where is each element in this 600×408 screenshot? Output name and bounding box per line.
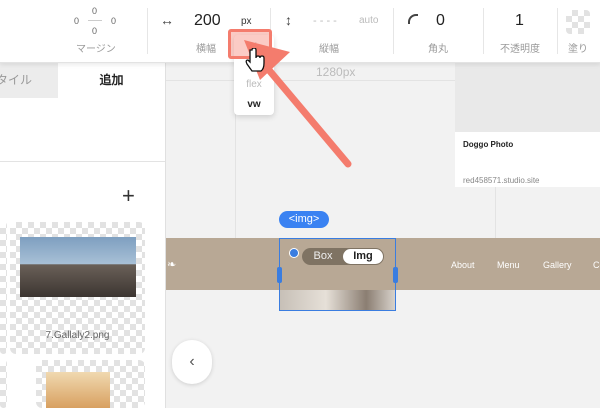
tab-style[interactable]: タイル bbox=[0, 62, 58, 98]
card-image[interactable] bbox=[455, 62, 600, 132]
element-type-tag: <img> bbox=[279, 211, 329, 228]
nav-link-gallery[interactable]: Gallery bbox=[543, 260, 572, 270]
collapse-panel-button[interactable]: ‹ bbox=[172, 340, 212, 384]
margin-cross-icon bbox=[88, 20, 102, 21]
nav-link-contact[interactable]: Co bbox=[593, 260, 600, 270]
margin-top-value[interactable]: 0 bbox=[92, 6, 97, 16]
opacity-control[interactable]: 1 不透明度 bbox=[486, 0, 556, 62]
width-unit[interactable]: px bbox=[241, 16, 252, 27]
radius-label: 角丸 bbox=[428, 44, 448, 55]
fill-control[interactable]: 塗り bbox=[560, 0, 600, 62]
radius-value[interactable]: 0 bbox=[436, 12, 445, 30]
width-label: 横幅 bbox=[196, 44, 216, 55]
tab-add[interactable]: 追加 bbox=[58, 62, 165, 98]
nav-link-menu[interactable]: Menu bbox=[497, 260, 520, 270]
height-unit[interactable]: auto bbox=[359, 15, 378, 26]
asset-image[interactable] bbox=[46, 372, 110, 408]
radius-control[interactable]: 0 角丸 bbox=[396, 0, 481, 62]
asset-thumbnail[interactable] bbox=[0, 360, 7, 408]
fill-swatch-icon[interactable] bbox=[566, 10, 590, 34]
asset-label: 7.Gallaly2.png bbox=[45, 330, 110, 341]
anchor-icon[interactable] bbox=[289, 248, 299, 258]
fill-label: 塗り bbox=[568, 44, 588, 55]
card-subtitle: red458571.studio.site bbox=[463, 176, 540, 185]
vertical-arrows-icon: ↕ bbox=[285, 12, 292, 28]
add-icon[interactable]: + bbox=[122, 185, 135, 207]
height-value[interactable]: - - - - bbox=[313, 15, 337, 27]
card-element[interactable]: Doggo Photo red458571.studio.site bbox=[455, 62, 600, 187]
toggle-img-option[interactable]: Img bbox=[343, 249, 383, 264]
width-value[interactable]: 200 bbox=[194, 12, 221, 30]
opacity-label: 不透明度 bbox=[500, 44, 540, 55]
resize-handle-right[interactable] bbox=[393, 267, 398, 283]
asset-thumbnail[interactable] bbox=[0, 222, 7, 354]
asset-image[interactable] bbox=[20, 237, 136, 297]
divider bbox=[557, 8, 558, 54]
divider bbox=[483, 8, 484, 54]
corner-radius-icon bbox=[408, 14, 418, 24]
logo-icon: ❧ bbox=[167, 259, 177, 271]
margin-left-value[interactable]: 0 bbox=[74, 16, 79, 26]
margin-control[interactable]: 0 0 0 0 マージン bbox=[60, 0, 140, 62]
opacity-value[interactable]: 1 bbox=[515, 12, 524, 30]
divider bbox=[393, 8, 394, 54]
grid-line bbox=[495, 182, 496, 238]
horizontal-arrows-icon: ↔ bbox=[160, 12, 174, 28]
margin-label: マージン bbox=[76, 44, 116, 55]
nav-link-about[interactable]: About bbox=[451, 260, 475, 270]
margin-right-value[interactable]: 0 bbox=[111, 16, 116, 26]
hand-cursor-icon bbox=[245, 48, 265, 72]
divider bbox=[147, 8, 148, 54]
toggle-box-option[interactable]: Box bbox=[305, 249, 341, 264]
card-title: Doggo Photo bbox=[463, 140, 514, 149]
divider bbox=[0, 161, 165, 162]
resize-handle-left[interactable] bbox=[277, 267, 282, 283]
margin-bottom-value[interactable]: 0 bbox=[92, 26, 97, 36]
